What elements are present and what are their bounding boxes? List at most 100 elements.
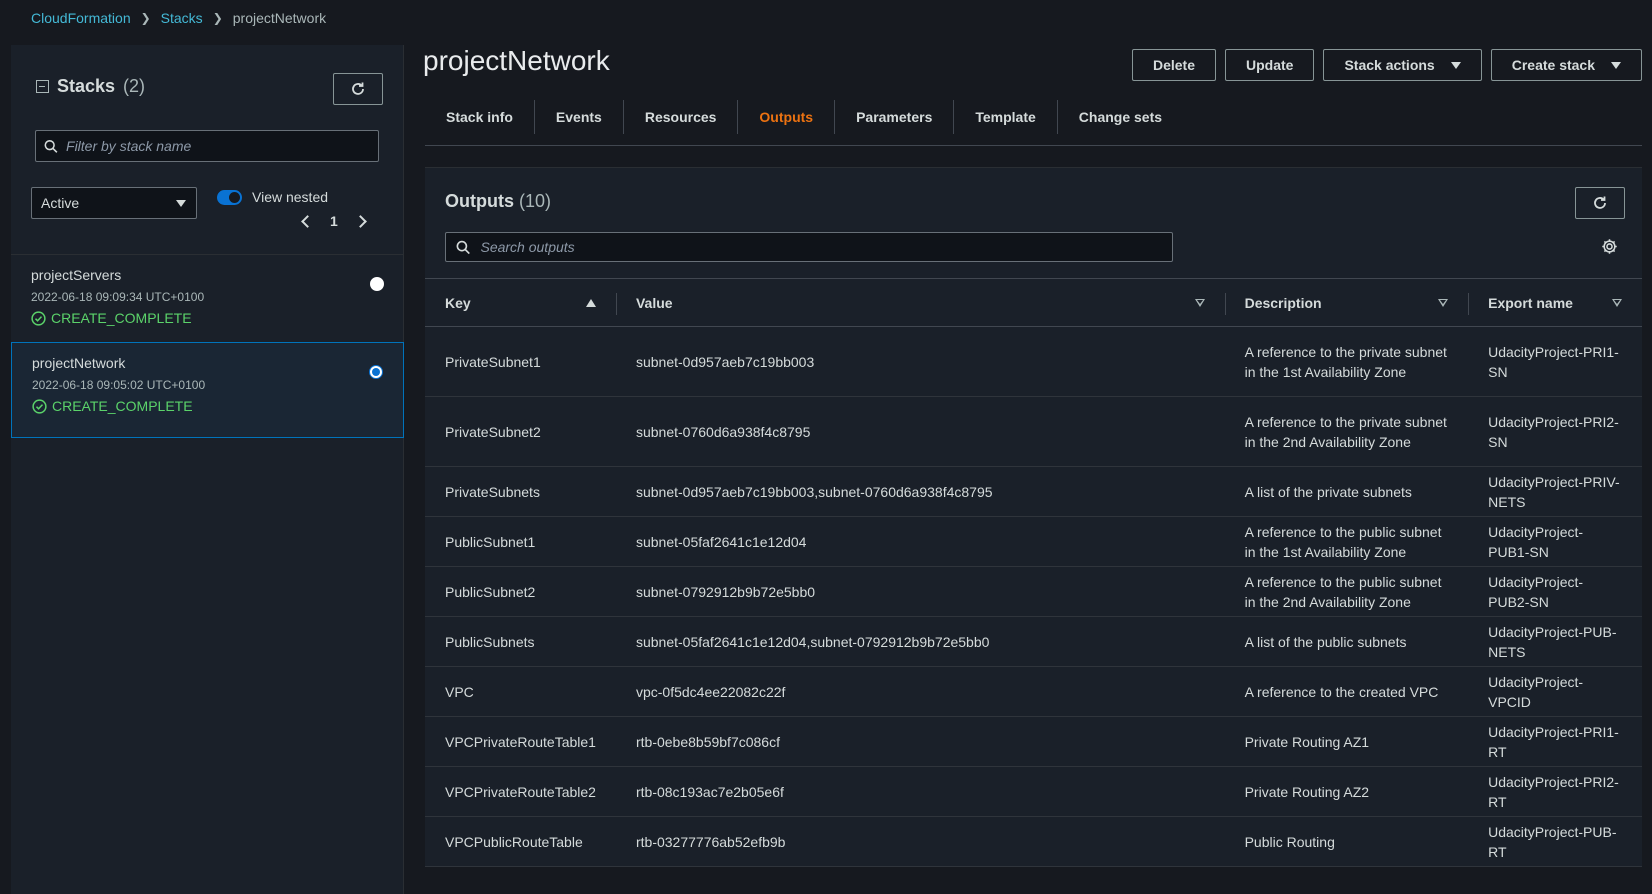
table-row: PublicSubnet1 subnet-05faf2641c1e12d04 A… (425, 516, 1642, 567)
view-nested-toggle-wrap: View nested (217, 189, 328, 205)
output-export-name: UdacityProject-PRI1-SN (1468, 326, 1642, 397)
output-export-name: UdacityProject-PRI2-SN (1468, 396, 1642, 467)
breadcrumb: CloudFormation ❯ Stacks ❯ projectNetwork (31, 8, 326, 28)
stack-date: 2022-06-18 09:05:02 UTC+0100 (32, 378, 206, 392)
caret-down-icon (1611, 61, 1621, 69)
collapse-icon[interactable] (36, 80, 49, 93)
output-value: rtb-03277776ab52efb9b (615, 816, 1225, 867)
stack-actions-toolbar: Delete Update Stack actions Create stack (1131, 49, 1642, 81)
column-header-description[interactable]: Description (1224, 278, 1469, 327)
stacks-panel (11, 45, 404, 894)
sort-icon (1194, 298, 1205, 308)
refresh-icon (1594, 196, 1606, 209)
table-header-row: Key Value Description Export name (425, 278, 1642, 327)
column-header-export-label: Export name (1488, 294, 1573, 311)
stack-actions-button[interactable]: Stack actions (1323, 49, 1482, 81)
chevron-right-icon: ❯ (212, 11, 223, 25)
output-description: A list of the private subnets (1224, 466, 1469, 517)
view-nested-label: View nested (252, 189, 329, 205)
column-header-export-name[interactable]: Export name (1468, 278, 1642, 327)
output-description: Private Routing AZ2 (1224, 766, 1469, 817)
search-icon (44, 139, 58, 153)
caret-down-icon (1450, 61, 1461, 69)
stack-status-text: CREATE_COMPLETE (51, 310, 192, 326)
stack-actions-label: Stack actions (1344, 57, 1435, 73)
next-page-icon[interactable] (353, 214, 367, 228)
sort-ascending-icon (585, 298, 596, 307)
stack-filter-input[interactable] (66, 138, 378, 154)
output-export-name: UdacityProject-PRI1-RT (1468, 716, 1642, 767)
output-description: A list of the public subnets (1224, 616, 1469, 667)
stack-filter-field[interactable] (35, 130, 379, 162)
output-key: VPCPublicRouteTable (425, 816, 616, 867)
output-export-name: UdacityProject-PUB-RT (1468, 816, 1642, 867)
stack-name: projectServers (31, 267, 122, 283)
output-key: PrivateSubnets (425, 466, 616, 517)
stack-item[interactable]: projectServers 2022-06-18 09:09:34 UTC+0… (11, 254, 404, 341)
output-value: rtb-08c193ac7e2b05e6f (615, 766, 1225, 817)
output-export-name: UdacityProject-PUB-NETS (1468, 616, 1642, 667)
breadcrumb-stacks[interactable]: Stacks (161, 10, 203, 26)
outputs-search-field[interactable] (445, 232, 1173, 262)
previous-page-icon[interactable] (301, 214, 314, 228)
outputs-count: (10) (519, 191, 552, 211)
output-value: rtb-0ebe8b59bf7c086cf (615, 716, 1225, 767)
tab-resources[interactable]: Resources (624, 100, 739, 134)
output-key: PrivateSubnet2 (425, 396, 616, 467)
output-value: subnet-0d957aeb7c19bb003,subnet-0760d6a9… (615, 466, 1225, 517)
status-filter-select[interactable]: Active (31, 187, 197, 219)
search-icon (456, 240, 470, 254)
chevron-right-icon: ❯ (140, 11, 151, 25)
tab-events[interactable]: Events (535, 100, 624, 134)
output-export-name: UdacityProject-PUB2-SN (1468, 566, 1642, 617)
check-circle-icon (32, 398, 47, 414)
stack-status: CREATE_COMPLETE (31, 310, 384, 326)
stacks-refresh-button[interactable] (333, 73, 383, 105)
stack-radio[interactable] (370, 277, 384, 291)
stacks-count: (2) (123, 76, 146, 96)
update-button[interactable]: Update (1225, 49, 1315, 81)
output-value: subnet-0d957aeb7c19bb003 (615, 326, 1225, 397)
table-row: PublicSubnet2 subnet-0792912b9b72e5bb0 A… (425, 566, 1642, 617)
sort-icon (1438, 298, 1449, 308)
column-header-key-label: Key (445, 294, 471, 311)
stacks-panel-header: Stacks (2) (36, 76, 145, 97)
create-stack-button[interactable]: Create stack (1490, 49, 1642, 81)
stack-radio-selected[interactable] (369, 365, 383, 379)
stacks-title: Stacks (57, 76, 116, 96)
tab-change-sets[interactable]: Change sets (1058, 100, 1183, 134)
caret-down-icon (176, 199, 186, 207)
tab-parameters[interactable]: Parameters (835, 100, 955, 134)
output-key: PublicSubnet1 (425, 516, 616, 567)
page-title: projectNetwork (423, 45, 610, 76)
create-stack-label: Create stack (1511, 57, 1595, 73)
current-page[interactable]: 1 (330, 213, 338, 229)
column-header-description-label: Description (1244, 294, 1322, 311)
output-key: PublicSubnet2 (425, 566, 616, 617)
refresh-icon (352, 82, 364, 95)
tab-template[interactable]: Template (954, 100, 1058, 134)
output-value: subnet-0760d6a938f4c8795 (615, 396, 1225, 467)
stack-status-text: CREATE_COMPLETE (52, 398, 193, 414)
tab-stack-info[interactable]: Stack info (425, 100, 535, 134)
table-row: VPCPrivateRouteTable1 rtb-0ebe8b59bf7c08… (425, 716, 1642, 767)
table-row: VPC vpc-0f5dc4ee22082c22f A reference to… (425, 666, 1642, 717)
outputs-search-input[interactable] (480, 239, 1172, 255)
output-description: Private Routing AZ1 (1224, 716, 1469, 767)
check-circle-icon (31, 310, 46, 326)
gear-icon[interactable] (1601, 238, 1618, 255)
output-key: PublicSubnets (425, 616, 616, 667)
stack-item-selected[interactable]: projectNetwork 2022-06-18 09:05:02 UTC+0… (11, 342, 404, 438)
breadcrumb-current: projectNetwork (232, 10, 327, 26)
output-value: subnet-0792912b9b72e5bb0 (615, 566, 1225, 617)
breadcrumb-cloudformation[interactable]: CloudFormation (31, 10, 131, 26)
stack-date: 2022-06-18 09:09:34 UTC+0100 (31, 290, 205, 304)
output-key: VPC (425, 666, 616, 717)
delete-button[interactable]: Delete (1131, 49, 1216, 81)
column-header-key[interactable]: Key (425, 278, 616, 327)
column-header-value[interactable]: Value (615, 278, 1225, 327)
view-nested-toggle[interactable] (217, 189, 242, 205)
table-row: PublicSubnets subnet-05faf2641c1e12d04,s… (425, 616, 1642, 667)
tab-outputs[interactable]: Outputs (738, 100, 836, 134)
outputs-refresh-button[interactable] (1575, 187, 1625, 219)
